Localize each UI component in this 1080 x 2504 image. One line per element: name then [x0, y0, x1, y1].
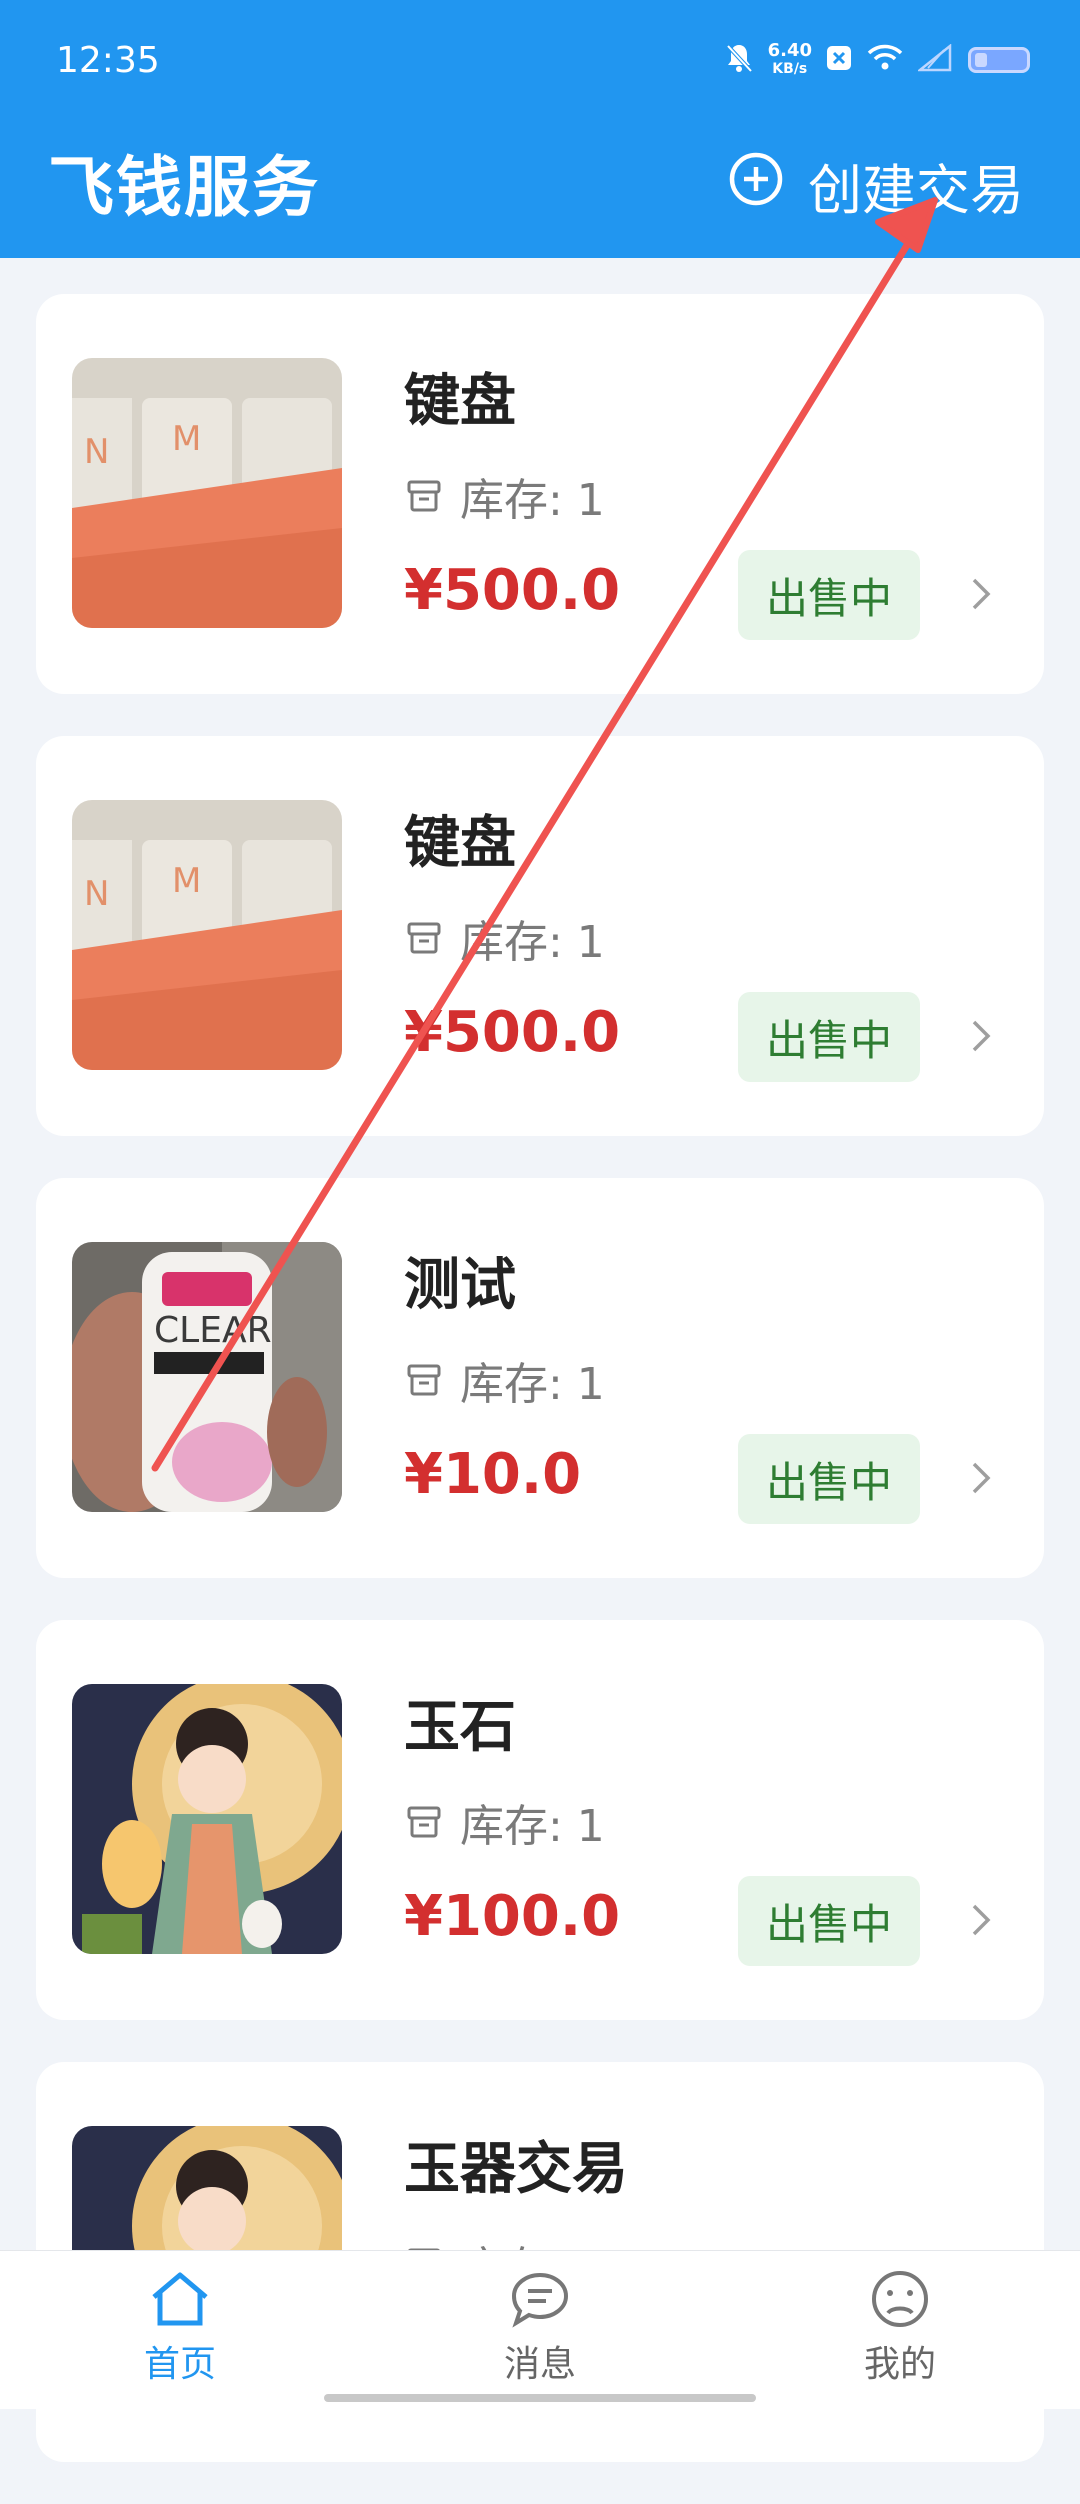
product-title: 测试	[404, 1253, 516, 1318]
product-price: ¥500.0	[404, 1000, 621, 1065]
chevron-right-icon[interactable]	[960, 574, 1000, 614]
network-speed: 6.40 KB/s	[768, 42, 812, 78]
product-card[interactable]: N M 键盘 库存: 1 ¥500.0 出售中	[36, 736, 1044, 1136]
bell-muted-icon	[724, 42, 754, 78]
product-card[interactable]: 玉石 库存: 1 ¥100.0 出售中	[36, 1620, 1044, 2020]
chevron-right-icon[interactable]	[960, 1458, 1000, 1498]
battery-icon	[968, 47, 1030, 73]
status-badge: 出售中	[738, 992, 920, 1082]
status-time: 12:35	[56, 40, 160, 81]
product-image-jade	[72, 1684, 342, 1954]
product-image-shampoo: CLEAR	[72, 1242, 342, 1512]
stock-label: 库存: 1	[460, 917, 605, 968]
product-image-keyboard: N M	[72, 800, 342, 1070]
product-price: ¥100.0	[404, 1884, 621, 1949]
app-header: 12:35 6.40 KB/s 飞钱服务 创建交易	[0, 0, 1080, 258]
page-title: 飞钱服务	[48, 149, 320, 226]
stock-label: 库存: 1	[460, 1359, 605, 1410]
stock-info: 库存: 1	[404, 1790, 605, 1854]
inventory-box-icon	[407, 922, 441, 954]
status-icons: 6.40 KB/s	[724, 42, 1030, 78]
tab-profile-label: 我的	[863, 2344, 936, 2385]
status-badge: 出售中	[738, 550, 920, 640]
svg-text:M: M	[172, 861, 201, 901]
stock-info: 库存: 1	[404, 906, 605, 970]
close-box-icon	[826, 45, 852, 75]
chevron-right-icon[interactable]	[960, 1900, 1000, 1940]
inventory-box-icon	[407, 480, 441, 512]
svg-text:CLEAR: CLEAR	[154, 1310, 272, 1351]
bottom-tab-bar: 首页 消息 我的	[0, 2250, 1080, 2409]
stock-info: 库存: 1	[404, 1348, 605, 1412]
sad-face-icon	[872, 2271, 928, 2327]
inventory-box-icon	[407, 1364, 441, 1396]
plus-circle-icon	[728, 151, 784, 220]
chat-bubble-icon	[511, 2272, 569, 2328]
product-title: 玉器交易	[404, 2137, 628, 2202]
create-trade-label: 创建交易	[808, 159, 1024, 222]
network-speed-unit: KB/s	[772, 61, 808, 77]
product-title: 玉石	[404, 1695, 516, 1760]
product-image-keyboard: N M	[72, 358, 342, 628]
status-badge: 出售中	[738, 1876, 920, 1966]
tab-home[interactable]: 首页	[80, 2269, 280, 2387]
stock-label: 库存: 1	[460, 1801, 605, 1852]
signal-icon	[916, 43, 954, 76]
product-list: N M 键盘 库存: 1 ¥500.0 出售中 N M 键盘 库存: 1 ¥50…	[36, 294, 1044, 2504]
inventory-box-icon	[407, 1806, 441, 1838]
product-price: ¥500.0	[404, 558, 621, 623]
product-price: ¥10.0	[404, 1442, 582, 1507]
product-title: 键盘	[404, 369, 516, 434]
svg-text:M: M	[172, 419, 201, 459]
network-speed-value: 6.40	[767, 40, 812, 61]
create-trade-button[interactable]: 创建交易	[728, 146, 1024, 225]
stock-label: 库存: 1	[460, 475, 605, 526]
svg-text:N: N	[84, 432, 109, 472]
stock-info: 库存: 1	[404, 464, 605, 528]
svg-text:N: N	[84, 874, 109, 914]
product-card[interactable]: N M 键盘 库存: 1 ¥500.0 出售中	[36, 294, 1044, 694]
product-title: 键盘	[404, 811, 516, 876]
tab-messages-label: 消息	[503, 2344, 576, 2385]
status-badge: 出售中	[738, 1434, 920, 1524]
tab-home-label: 首页	[143, 2344, 216, 2385]
wifi-icon	[866, 44, 904, 76]
product-card[interactable]: CLEAR 测试 库存: 1 ¥10.0 出售中	[36, 1178, 1044, 1578]
tab-profile[interactable]: 我的	[800, 2269, 1000, 2387]
chevron-right-icon[interactable]	[960, 1016, 1000, 1056]
home-icon	[152, 2272, 208, 2326]
home-indicator	[324, 2394, 756, 2402]
tab-messages[interactable]: 消息	[440, 2269, 640, 2387]
